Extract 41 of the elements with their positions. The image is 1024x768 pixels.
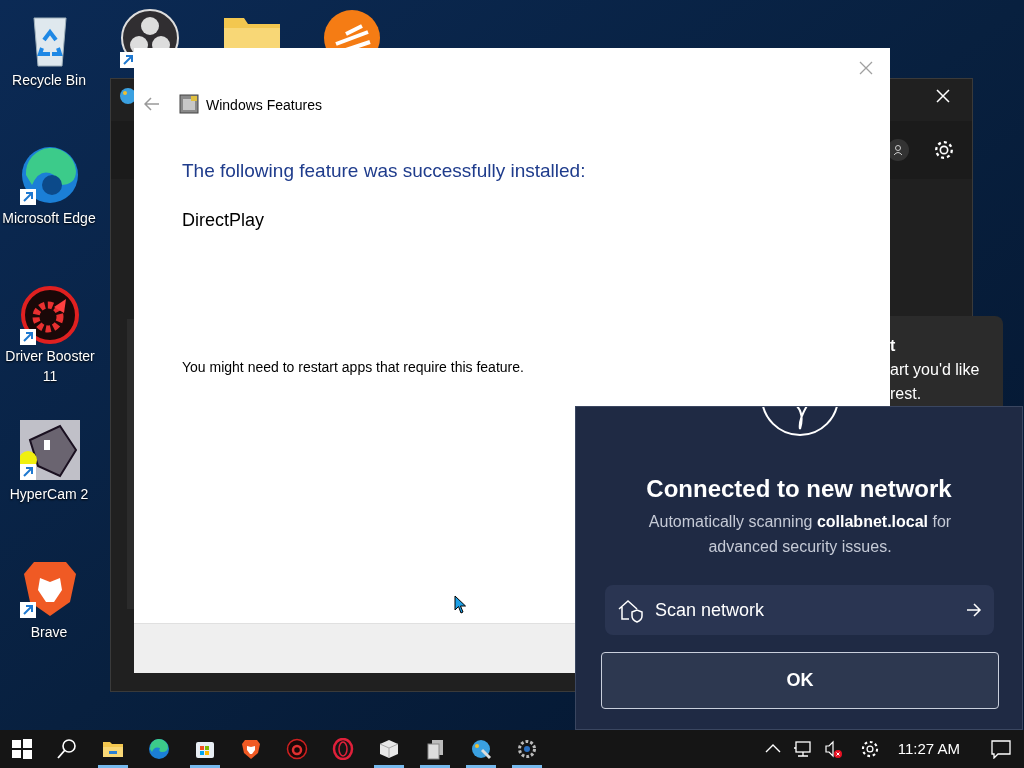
speech-bubble-icon	[990, 739, 1012, 759]
notification-text: art you'd like	[890, 360, 980, 380]
arrow-right-icon	[966, 603, 982, 617]
dialog-note: You might need to restart apps that require this feature.	[182, 358, 524, 377]
scan-network-button[interactable]: Scan network	[605, 585, 994, 635]
desktop-icon-label[interactable]: HyperCam 2	[0, 484, 98, 504]
close-icon	[936, 89, 950, 103]
clock[interactable]: 11:27 AM	[891, 730, 966, 768]
volume-icon	[822, 739, 843, 759]
documents-icon	[424, 738, 446, 760]
desktop-icon-label[interactable]: Recycle Bin	[0, 70, 98, 90]
ring-icon	[332, 738, 354, 760]
feature-name: DirectPlay	[182, 209, 265, 232]
dialog-heading: The following feature was successfully installed:	[182, 159, 586, 183]
windows-logo-icon	[11, 738, 33, 760]
desktop-icon-label[interactable]: Microsoft Edge	[0, 208, 98, 228]
dialog-title: Windows Features	[206, 96, 322, 115]
camera-icon[interactable]	[20, 420, 80, 480]
cube-icon	[378, 738, 400, 760]
edge-icon	[148, 738, 170, 760]
search-icon	[56, 738, 78, 760]
desktop-icon-label[interactable]: Driver Booster 11	[0, 346, 100, 386]
popup-title: Connected to new network	[645, 474, 953, 504]
window-features-icon	[179, 94, 199, 114]
notification-text: rest.	[890, 384, 922, 404]
ok-button[interactable]: OK	[601, 652, 999, 709]
network-icon	[792, 739, 813, 759]
globe-icon	[760, 407, 840, 437]
settings-icon	[516, 738, 538, 760]
close-icon	[859, 61, 873, 75]
back-arrow-icon	[144, 97, 160, 111]
settings-icon	[859, 739, 880, 759]
house-shield-icon	[617, 597, 643, 623]
lion-shield-icon	[240, 738, 262, 760]
popup-message: Automatically scanning collabnet.local for advanced security issues.	[647, 512, 953, 557]
notification-text: t	[890, 336, 896, 356]
settings-icon	[933, 139, 955, 161]
paint-palette-icon	[470, 738, 492, 760]
mouse-pointer-icon	[454, 595, 468, 615]
edge-icon[interactable]	[20, 145, 80, 205]
desktop-icon-label[interactable]: Brave	[0, 622, 98, 642]
